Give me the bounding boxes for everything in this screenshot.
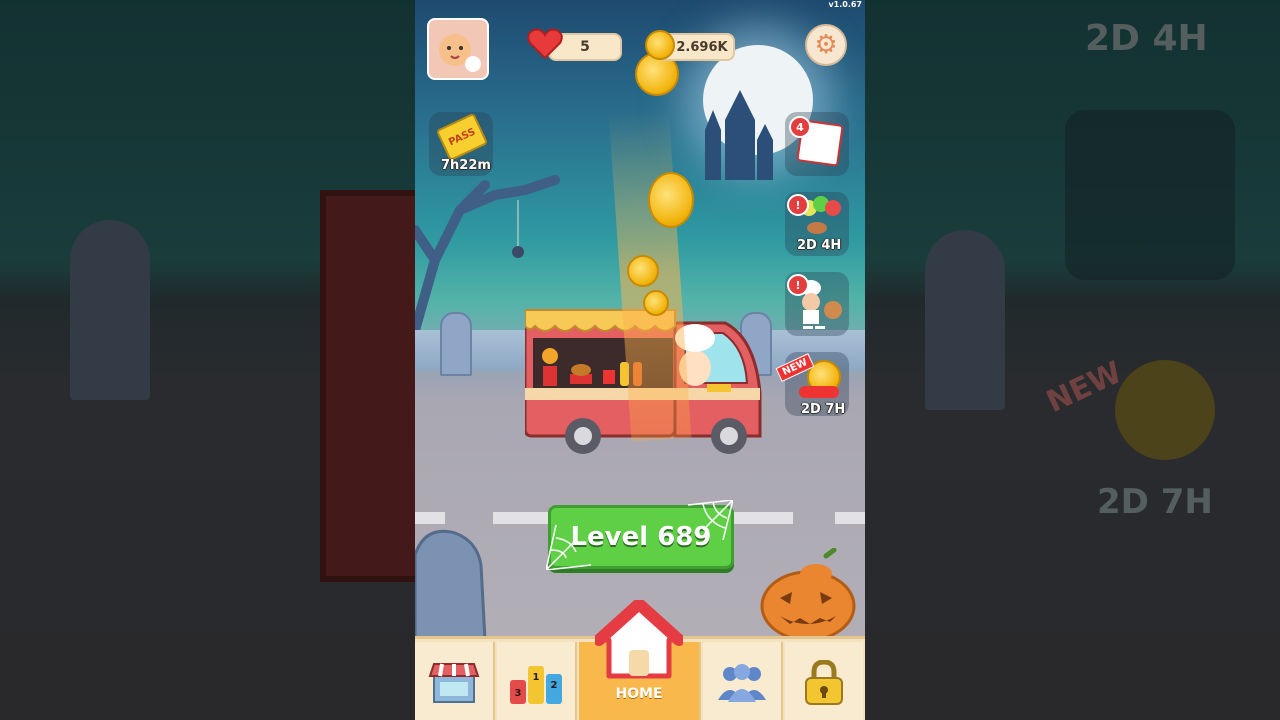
blurred-panel [1065, 110, 1235, 280]
lock-icon [805, 659, 843, 705]
pass-label: PASS [446, 126, 478, 148]
blurred-timer-top: 2D 4H [1085, 18, 1208, 59]
home-icon [595, 600, 683, 679]
road-marking [835, 512, 865, 524]
heart-icon [527, 28, 563, 60]
podium-rank-3: 3 [515, 688, 522, 699]
road-marking [493, 512, 553, 524]
coin-icon [645, 30, 675, 60]
lives-value: 5 [580, 39, 590, 55]
jack-o-lantern [760, 548, 856, 640]
nav-home-tab[interactable]: HOME [579, 600, 701, 720]
blurred-coin [1115, 360, 1215, 460]
home-label: HOME [615, 686, 663, 702]
podium-rank-2: 2 [551, 680, 558, 691]
nav-team-tab[interactable] [703, 642, 783, 720]
gear-icon: ⚙ [814, 30, 838, 60]
background-right-blurred: 2D 4H NEW 2D 7H [865, 0, 1280, 720]
ribbon-icon [799, 386, 839, 398]
road-marking [733, 512, 793, 524]
balloon-timer: 2D 4H [797, 238, 842, 253]
fence-post-blurred [70, 220, 150, 400]
road-marking [415, 512, 445, 524]
background-left-blurred [0, 0, 415, 720]
calendar-button[interactable]: 4 [785, 112, 849, 176]
spider-icon [512, 246, 524, 258]
game-viewport: v1.0.67 5 2.696K ⚙ PASS 7h22m 4 ! 2D 4H … [415, 0, 865, 720]
pass-timer: 7h22m [441, 158, 491, 173]
flying-coin [627, 255, 659, 287]
blurred-timer-bottom: 2D 7H [1097, 482, 1213, 522]
cobweb-right [687, 500, 733, 540]
player-avatar[interactable] [427, 18, 489, 80]
nav-locked-tab[interactable] [785, 642, 863, 720]
flying-coin [643, 290, 669, 316]
tombstone [415, 529, 487, 640]
balloon-alert-badge: ! [787, 194, 809, 216]
calendar-badge: 4 [789, 116, 811, 138]
version-label: v1.0.67 [828, 0, 862, 9]
truck-blurred-left [320, 190, 415, 582]
fence-post [440, 312, 472, 376]
flying-coin [648, 172, 694, 228]
castle-silhouette [705, 90, 773, 180]
cobweb-left [546, 524, 592, 570]
team-icon [718, 663, 766, 702]
podium-icon: 3 1 2 [510, 665, 562, 704]
bottom-nav: 3 1 2 HOME [415, 600, 865, 720]
chef-alert-badge: ! [787, 274, 809, 296]
nav-shop-tab[interactable] [415, 642, 495, 720]
settings-gear-button[interactable]: ⚙ [805, 24, 847, 66]
pass-ticket-icon: PASS [435, 112, 489, 162]
nav-leaderboard-tab[interactable]: 3 1 2 [497, 642, 577, 720]
chef-event-button[interactable]: ! [785, 272, 849, 336]
shop-icon [428, 662, 480, 703]
fence-post-blurred-right [925, 230, 1005, 410]
pass-button[interactable]: PASS 7h22m [429, 112, 493, 176]
gift-coin-button[interactable]: NEW 2D 7H [775, 352, 849, 417]
balloon-event-button[interactable]: ! 2D 4H [785, 192, 849, 256]
podium-rank-1: 1 [533, 672, 540, 683]
gift-timer: 2D 7H [801, 402, 846, 417]
